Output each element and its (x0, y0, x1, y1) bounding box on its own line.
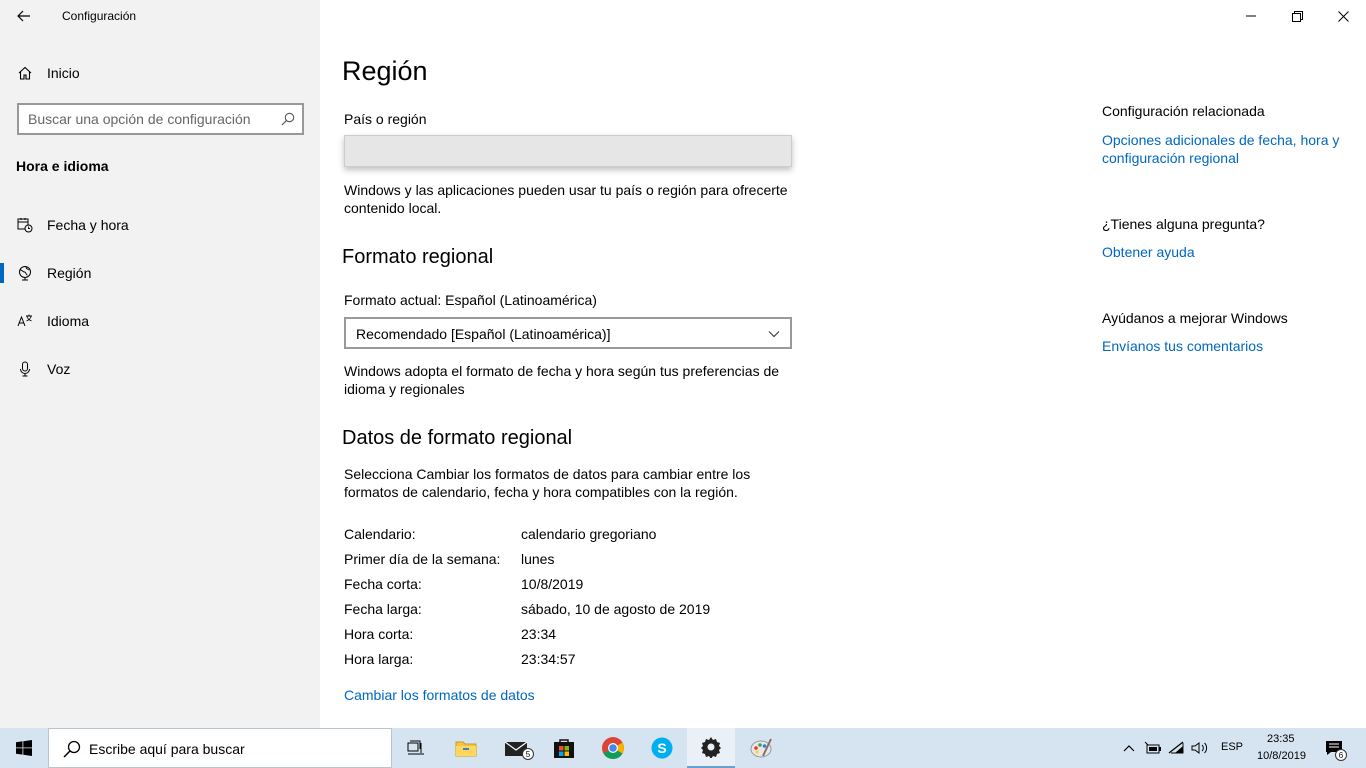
volume-icon (1191, 742, 1208, 754)
skype-icon: S (651, 737, 673, 759)
row-label: Primer día de la semana: (344, 551, 501, 567)
store-button[interactable] (540, 728, 588, 768)
skype-button[interactable]: S (638, 728, 686, 768)
row-label: Hora corta: (344, 626, 414, 642)
app-title: Configuración (62, 9, 137, 23)
settings-button[interactable] (687, 728, 735, 768)
row-label: Fecha corta: (344, 576, 422, 592)
change-formats-link[interactable]: Cambiar los formatos de datos (344, 686, 535, 704)
row-label: Fecha larga: (344, 601, 422, 617)
settings-search[interactable] (17, 103, 304, 135)
settings-icon (701, 737, 721, 758)
taskbar: Escribe aquí para buscar 5 S ESP 23:35 1… (0, 728, 1366, 768)
search-icon[interactable] (281, 112, 295, 126)
mail-button[interactable]: 5 (492, 728, 540, 768)
paint-button[interactable] (737, 728, 785, 768)
volume-button[interactable] (1191, 739, 1209, 757)
settings-search-input[interactable] (19, 105, 279, 133)
country-description: Windows y las aplicaciones pueden usar t… (344, 182, 788, 216)
row-label: Hora larga: (344, 651, 414, 667)
additional-date-time-link[interactable]: Opciones adicionales de fecha, hora y co… (1102, 131, 1352, 167)
minimize-button[interactable] (1228, 0, 1274, 32)
back-arrow-icon (17, 10, 30, 22)
country-label: País o región (344, 111, 427, 127)
current-format-label: Formato actual: Español (Latinoamérica) (344, 292, 597, 308)
row-value: lunes (521, 551, 555, 567)
network-button[interactable] (1168, 739, 1186, 757)
nav-home[interactable]: Inicio (0, 56, 320, 90)
regional-format-title: Formato regional (342, 246, 494, 268)
back-button[interactable] (0, 0, 48, 32)
windows-logo-icon (16, 740, 32, 756)
search-icon (63, 740, 81, 758)
improve-windows-title: Ayúdanos a mejorar Windows (1102, 310, 1288, 326)
chevron-up-icon (1123, 745, 1135, 752)
taskbar-search[interactable]: Escribe aquí para buscar (48, 728, 392, 768)
row-value: 23:34:57 (521, 651, 576, 667)
sidebar: Configuración Inicio Hora e idioma Fecha… (0, 0, 320, 728)
sidebar-item-fecha-hora[interactable]: Fecha y hora (0, 205, 320, 245)
chrome-button[interactable] (589, 728, 637, 768)
row-label: Calendario: (344, 526, 416, 542)
battery-plug-icon (1144, 741, 1161, 754)
clock-time: 23:35 (1267, 733, 1295, 745)
question-title: ¿Tienes alguna pregunta? (1102, 216, 1265, 232)
send-feedback-link[interactable]: Envíanos tus comentarios (1102, 337, 1263, 355)
row-value: sábado, 10 de agosto de 2019 (521, 601, 711, 617)
row-value: 10/8/2019 (521, 576, 584, 592)
language-indicator[interactable]: ESP (1221, 741, 1243, 753)
calendar-clock-icon (17, 218, 33, 233)
battery-button[interactable] (1144, 739, 1162, 757)
country-select[interactable] (344, 135, 792, 167)
start-button[interactable] (0, 728, 48, 768)
notification-badge: 6 (1335, 749, 1347, 761)
clock-date: 10/8/2019 (1257, 750, 1306, 762)
mail-badge: 5 (522, 748, 534, 760)
taskbar-search-text: Escribe aquí para buscar (89, 741, 245, 757)
minimize-icon (1246, 15, 1256, 17)
chrome-icon (602, 737, 624, 759)
wifi-icon (1168, 741, 1184, 754)
task-view-button[interactable] (392, 728, 440, 768)
language-icon (17, 314, 32, 327)
sidebar-item-label: Voz (47, 361, 71, 377)
nav-home-label: Inicio (47, 65, 80, 81)
microphone-icon (20, 361, 30, 377)
chevron-down-icon (768, 331, 780, 338)
sidebar-item-label: Región (47, 265, 92, 281)
get-help-link[interactable]: Obtener ayuda (1102, 243, 1195, 261)
format-data-description: Selecciona Cambiar los formatos de datos… (344, 466, 751, 500)
file-explorer-button[interactable] (442, 728, 490, 768)
page-title: Región (342, 56, 428, 86)
sidebar-item-region[interactable]: Región (0, 253, 320, 293)
show-hidden-icons-button[interactable] (1120, 739, 1138, 757)
section-title: Hora e idioma (16, 158, 109, 174)
file-explorer-icon (455, 741, 477, 757)
sidebar-item-label: Idioma (47, 313, 90, 329)
sidebar-item-voz[interactable]: Voz (0, 349, 320, 389)
regional-format-select[interactable]: Recomendado [Español (Latinoamérica)] (344, 317, 792, 349)
home-icon (18, 66, 32, 80)
regional-format-value: Recomendado [Español (Latinoamérica)] (356, 326, 611, 342)
svg-text:S: S (657, 740, 666, 756)
format-description: Windows adopta el formato de fecha y hor… (344, 363, 780, 397)
sidebar-item-idioma[interactable]: Idioma (0, 301, 320, 341)
close-button[interactable] (1320, 0, 1366, 32)
format-data-title: Datos de formato regional (342, 427, 573, 449)
sidebar-item-label: Fecha y hora (47, 217, 129, 233)
globe-icon (19, 266, 31, 281)
store-icon (554, 739, 574, 758)
related-settings-title: Configuración relacionada (1102, 103, 1265, 119)
restore-button[interactable] (1274, 0, 1320, 32)
row-value: 23:34 (521, 626, 557, 642)
task-view-icon (407, 740, 424, 755)
row-value: calendario gregoriano (521, 526, 657, 542)
close-icon (1337, 10, 1349, 22)
paint-icon (750, 738, 772, 758)
restore-icon (1291, 10, 1303, 22)
